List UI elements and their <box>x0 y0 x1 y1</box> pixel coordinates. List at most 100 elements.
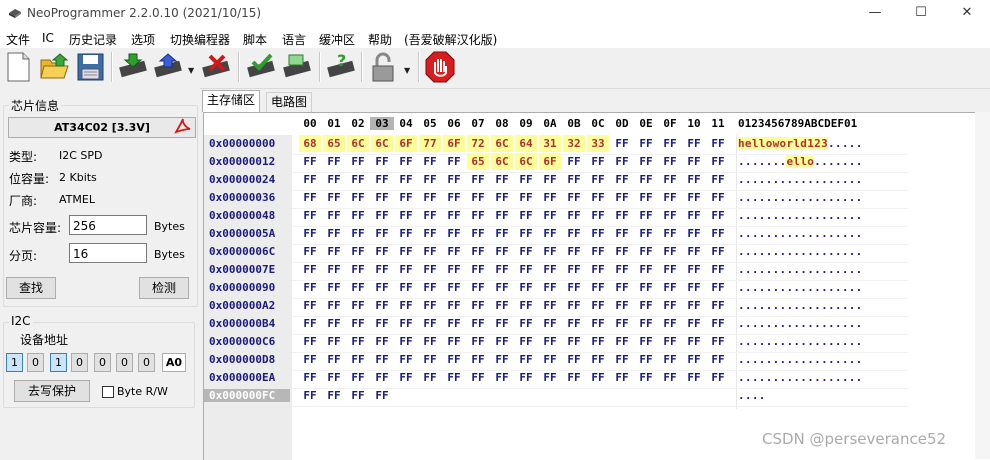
hex-byte[interactable]: FF <box>371 171 393 188</box>
hex-byte[interactable]: FF <box>467 243 489 260</box>
page-size-field[interactable]: 16 <box>69 243 147 263</box>
hex-byte[interactable]: FF <box>683 279 705 296</box>
hex-byte[interactable]: FF <box>299 243 321 260</box>
erase-chip-icon[interactable] <box>200 50 232 84</box>
hex-byte[interactable]: FF <box>323 369 345 386</box>
addr-bit-2[interactable]: 0 <box>94 353 111 372</box>
hex-byte[interactable]: FF <box>467 369 489 386</box>
hex-byte[interactable]: FF <box>515 297 537 314</box>
hex-byte[interactable]: FF <box>395 297 417 314</box>
hex-byte[interactable]: FF <box>659 297 681 314</box>
hex-byte[interactable]: 68 <box>299 135 321 152</box>
hex-byte[interactable]: FF <box>419 315 441 332</box>
hex-byte[interactable]: FF <box>587 297 609 314</box>
hex-byte[interactable]: FF <box>611 189 633 206</box>
hex-byte[interactable]: FF <box>683 171 705 188</box>
verify-chip-icon[interactable] <box>245 50 277 84</box>
hex-byte[interactable]: FF <box>299 171 321 188</box>
hex-byte[interactable]: FF <box>563 153 585 170</box>
hex-byte[interactable]: FF <box>659 333 681 350</box>
hex-byte[interactable]: FF <box>587 369 609 386</box>
close-button[interactable]: ✕ <box>944 0 990 28</box>
hex-byte[interactable]: FF <box>659 243 681 260</box>
hex-byte[interactable]: FF <box>635 297 657 314</box>
menu-history[interactable]: 历史记录 <box>69 31 117 48</box>
hex-byte[interactable]: FF <box>683 297 705 314</box>
hex-byte[interactable]: FF <box>515 279 537 296</box>
ascii-row[interactable]: .................. <box>738 371 863 384</box>
hex-byte[interactable]: FF <box>467 189 489 206</box>
hex-byte[interactable]: FF <box>467 297 489 314</box>
hex-byte[interactable]: FF <box>587 189 609 206</box>
menu-buffer[interactable]: 缓冲区 <box>319 31 355 48</box>
hex-byte[interactable]: FF <box>443 279 465 296</box>
hex-byte[interactable]: FF <box>395 333 417 350</box>
hex-byte[interactable]: FF <box>707 315 729 332</box>
hex-byte[interactable]: FF <box>707 369 729 386</box>
menu-script[interactable]: 脚本 <box>243 31 267 48</box>
hex-byte[interactable]: FF <box>707 333 729 350</box>
hex-byte[interactable]: FF <box>323 153 345 170</box>
hex-byte[interactable]: FF <box>323 387 345 404</box>
hex-byte[interactable]: FF <box>443 243 465 260</box>
hex-byte[interactable]: FF <box>515 333 537 350</box>
hex-byte[interactable]: FF <box>491 315 513 332</box>
hex-byte[interactable]: FF <box>419 297 441 314</box>
hex-byte[interactable]: FF <box>371 261 393 278</box>
hex-byte[interactable]: FF <box>539 189 561 206</box>
hex-byte[interactable]: FF <box>539 369 561 386</box>
hex-byte[interactable]: FF <box>299 189 321 206</box>
addr-bit-5[interactable]: 0 <box>27 353 44 372</box>
hex-byte[interactable]: FF <box>323 279 345 296</box>
hex-byte[interactable]: FF <box>611 315 633 332</box>
hex-byte[interactable]: FF <box>659 189 681 206</box>
ascii-row[interactable]: .................. <box>738 281 863 294</box>
hex-byte[interactable]: FF <box>443 225 465 242</box>
hex-byte[interactable]: FF <box>635 171 657 188</box>
row-address[interactable]: 0x000000FC <box>204 389 290 402</box>
hex-byte[interactable]: FF <box>659 261 681 278</box>
hex-byte[interactable]: 31 <box>539 135 561 152</box>
ascii-row[interactable]: .................. <box>738 227 863 240</box>
ascii-row[interactable]: .................. <box>738 353 863 366</box>
hex-byte[interactable]: FF <box>683 243 705 260</box>
hex-byte[interactable]: FF <box>611 261 633 278</box>
hex-byte[interactable]: FF <box>419 189 441 206</box>
hex-byte[interactable]: FF <box>539 333 561 350</box>
hex-byte[interactable]: FF <box>659 135 681 152</box>
hex-byte[interactable]: FF <box>395 351 417 368</box>
hex-byte[interactable]: FF <box>323 189 345 206</box>
hex-byte[interactable]: FF <box>515 225 537 242</box>
hex-byte[interactable]: FF <box>395 261 417 278</box>
tab-schematic[interactable]: 电路图 <box>266 92 313 112</box>
hex-byte[interactable]: FF <box>323 315 345 332</box>
ascii-row[interactable]: .......ello....... <box>738 155 863 168</box>
hex-byte[interactable]: FF <box>491 207 513 224</box>
hex-byte[interactable]: FF <box>443 369 465 386</box>
remove-write-protect-button[interactable]: 去写保护 <box>14 380 90 402</box>
lock-dropdown-arrow-icon[interactable]: ▼ <box>404 66 410 75</box>
hex-byte[interactable]: FF <box>491 369 513 386</box>
hex-byte[interactable]: FF <box>587 351 609 368</box>
hex-byte[interactable]: FF <box>371 369 393 386</box>
hex-byte[interactable]: FF <box>395 279 417 296</box>
hex-byte[interactable]: FF <box>299 225 321 242</box>
hex-byte[interactable]: FF <box>467 225 489 242</box>
hex-byte[interactable]: FF <box>347 171 369 188</box>
hex-byte[interactable]: FF <box>419 207 441 224</box>
hex-byte[interactable]: FF <box>371 315 393 332</box>
hex-byte[interactable]: FF <box>491 297 513 314</box>
tab-main-memory[interactable]: 主存储区 <box>202 90 261 112</box>
hex-byte[interactable]: FF <box>371 225 393 242</box>
hex-byte[interactable]: FF <box>515 171 537 188</box>
hex-byte[interactable]: FF <box>659 279 681 296</box>
hex-byte[interactable]: FF <box>491 189 513 206</box>
minimize-button[interactable]: — <box>852 0 898 28</box>
hex-byte[interactable]: FF <box>467 315 489 332</box>
hex-byte[interactable]: FF <box>419 261 441 278</box>
hex-byte[interactable]: FF <box>395 315 417 332</box>
hex-byte[interactable]: FF <box>587 315 609 332</box>
hex-byte[interactable]: FF <box>563 279 585 296</box>
hex-byte[interactable]: FF <box>539 171 561 188</box>
hex-byte[interactable]: FF <box>491 243 513 260</box>
